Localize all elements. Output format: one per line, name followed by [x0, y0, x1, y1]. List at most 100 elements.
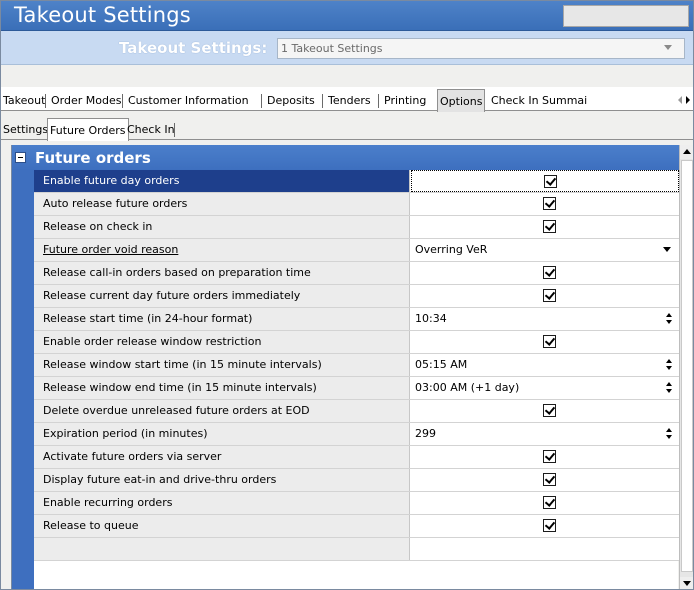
setting-label[interactable]: Enable order release window restriction	[34, 331, 410, 353]
checkbox[interactable]	[543, 450, 556, 463]
setting-row-enable-future-day-orders: Enable future day orders	[34, 170, 679, 193]
tab-divider	[45, 94, 46, 108]
tab-options[interactable]: Options	[437, 89, 486, 112]
setting-value[interactable]	[411, 170, 679, 192]
checkbox[interactable]	[543, 289, 556, 302]
checkbox[interactable]	[544, 175, 557, 188]
setting-value[interactable]: 05:15 AM	[411, 354, 679, 376]
setting-row-activate-via-server: Activate future orders via server	[34, 446, 679, 469]
tab-scroll-buttons[interactable]	[677, 93, 693, 107]
tab-check-in-summary[interactable]: Check In Summai	[489, 91, 589, 111]
setting-value[interactable]	[411, 331, 679, 353]
checkbox[interactable]	[543, 266, 556, 279]
title-bar: Takeout Settings	[1, 1, 693, 31]
setting-value[interactable]	[411, 193, 679, 215]
scroll-thumb[interactable]	[681, 160, 693, 572]
chevron-left-icon[interactable]	[678, 96, 682, 104]
checkbox[interactable]	[543, 473, 556, 486]
setting-row-release-on-check-in: Release on check in	[34, 216, 679, 239]
setting-value[interactable]: 299	[411, 423, 679, 445]
tab-tenders[interactable]: Tenders	[326, 91, 373, 111]
setting-value[interactable]: 03:00 AM (+1 day)	[411, 377, 679, 399]
setting-value[interactable]	[411, 492, 679, 514]
setting-label[interactable]: Delete overdue unreleased future orders …	[34, 400, 410, 422]
checkbox[interactable]	[543, 197, 556, 210]
chevron-down-icon[interactable]	[663, 247, 671, 252]
checkbox[interactable]	[543, 496, 556, 509]
setting-label[interactable]: Enable recurring orders	[34, 492, 410, 514]
spinner-arrows-icon[interactable]	[666, 312, 673, 326]
setting-row-release-window-start-time: Release window start time (in 15 minute …	[34, 354, 679, 377]
tab-divider	[122, 94, 123, 108]
chevron-down-icon[interactable]	[664, 45, 672, 50]
setting-row-partial	[34, 538, 679, 561]
setting-value[interactable]	[411, 515, 679, 537]
spinner-arrows-icon[interactable]	[666, 381, 673, 395]
setting-label[interactable]: Auto release future orders	[34, 193, 410, 215]
spinner-arrows-icon[interactable]	[666, 427, 673, 441]
takeout-settings-window: Takeout Settings Takeout Settings: 1 Tak…	[0, 0, 694, 590]
setting-label[interactable]: Release current day future orders immedi…	[34, 285, 410, 307]
setting-row-auto-release-future-orders: Auto release future orders	[34, 193, 679, 216]
setting-row-enable-recurring-orders: Enable recurring orders	[34, 492, 679, 515]
setting-label[interactable]: Display future eat-in and drive-thru ord…	[34, 469, 410, 491]
setting-value[interactable]	[411, 446, 679, 468]
record-selector-label: Takeout Settings:	[119, 39, 268, 57]
tab-check-in[interactable]: Check In	[125, 120, 177, 140]
setting-label[interactable]: Release window start time (in 15 minute …	[34, 354, 410, 376]
setting-row-release-current-day-future-orders: Release current day future orders immedi…	[34, 285, 679, 308]
setting-label[interactable]: Enable future day orders	[34, 170, 410, 192]
setting-row-release-to-queue: Release to queue	[34, 515, 679, 538]
setting-label[interactable]	[34, 538, 410, 560]
vertical-scrollbar[interactable]	[679, 145, 693, 589]
tab-deposits[interactable]: Deposits	[265, 91, 317, 111]
setting-label[interactable]: Release window end time (in 15 minute in…	[34, 377, 410, 399]
setting-row-display-eat-in-drive-thru: Display future eat-in and drive-thru ord…	[34, 469, 679, 492]
tab-divider	[261, 94, 262, 108]
setting-value[interactable]	[411, 469, 679, 491]
setting-row-release-window-end-time: Release window end time (in 15 minute in…	[34, 377, 679, 400]
setting-value[interactable]: 10:34	[411, 308, 679, 330]
window-title: Takeout Settings	[14, 3, 191, 27]
checkbox[interactable]	[543, 404, 556, 417]
setting-value[interactable]	[411, 538, 679, 560]
setting-row-expiration-period: Expiration period (in minutes) 299	[34, 423, 679, 446]
tab-takeout[interactable]: Takeout	[1, 91, 47, 111]
tab-printing[interactable]: Printing	[382, 91, 428, 111]
setting-label[interactable]: Activate future orders via server	[34, 446, 410, 468]
record-selector-row: Takeout Settings: 1 Takeout Settings	[1, 31, 693, 65]
setting-value[interactable]: Overring VeR	[411, 239, 679, 261]
setting-value[interactable]	[411, 216, 679, 238]
collapse-icon[interactable]	[15, 152, 26, 163]
tab-customer-information[interactable]: Customer Information	[126, 91, 251, 111]
setting-value[interactable]	[411, 285, 679, 307]
tab-order-modes[interactable]: Order Modes	[49, 91, 123, 111]
spinner-arrows-icon[interactable]	[666, 358, 673, 372]
spinner-value: 05:15 AM	[415, 358, 468, 371]
record-selector-dropdown[interactable]: 1 Takeout Settings	[277, 38, 685, 59]
group-header[interactable]: Future orders	[12, 145, 679, 170]
chevron-right-icon[interactable]	[686, 96, 690, 104]
grid-gutter	[12, 170, 34, 589]
setting-value[interactable]	[411, 400, 679, 422]
setting-label[interactable]: Release to queue	[34, 515, 410, 537]
tab-settings[interactable]: Settings	[1, 120, 50, 140]
tab-future-orders[interactable]: Future Orders	[47, 118, 129, 141]
checkbox[interactable]	[543, 220, 556, 233]
sub-tab-strip: Settings Future Orders Check In	[1, 114, 693, 141]
setting-label[interactable]: Expiration period (in minutes)	[34, 423, 410, 445]
setting-label[interactable]: Future order void reason	[34, 239, 410, 261]
spinner-value: 10:34	[415, 312, 447, 325]
setting-row-release-start-time: Release start time (in 24-hour format) 1…	[34, 308, 679, 331]
setting-label[interactable]: Release call-in orders based on preparat…	[34, 262, 410, 284]
scroll-down-icon[interactable]	[680, 577, 693, 589]
setting-value[interactable]	[411, 262, 679, 284]
scroll-up-icon[interactable]	[680, 145, 693, 159]
setting-label[interactable]: Release on check in	[34, 216, 410, 238]
spinner-value: 299	[415, 427, 436, 440]
tab-divider	[322, 94, 323, 108]
checkbox[interactable]	[543, 335, 556, 348]
checkbox[interactable]	[543, 519, 556, 532]
setting-label[interactable]: Release start time (in 24-hour format)	[34, 308, 410, 330]
title-bar-box[interactable]	[563, 5, 689, 27]
